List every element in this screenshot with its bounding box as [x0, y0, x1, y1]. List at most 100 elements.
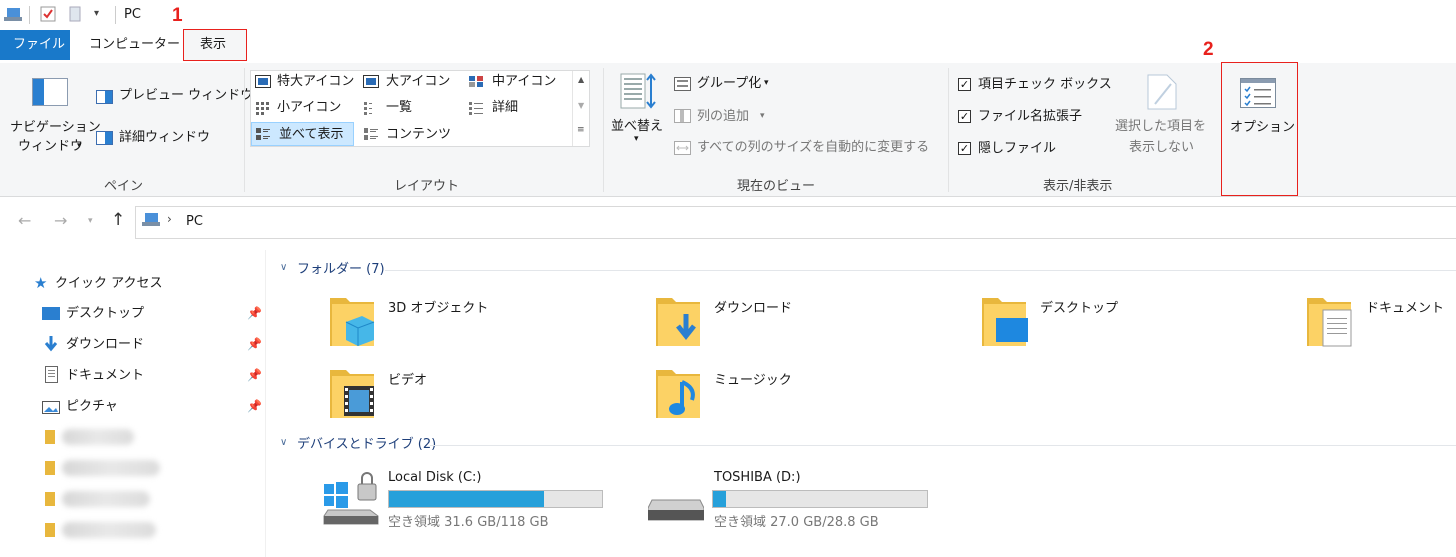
- layout-list[interactable]: 一覧: [386, 101, 412, 114]
- desktop-folder-icon[interactable]: [982, 296, 1028, 348]
- layout-details[interactable]: 詳細: [492, 101, 518, 114]
- chevron-down-icon[interactable]: ▾: [760, 112, 765, 121]
- hide-selected-items-label-2[interactable]: 表示しない: [1129, 141, 1194, 154]
- this-pc-icon: [4, 8, 22, 22]
- ribbon-separator: [948, 68, 949, 192]
- documents-folder-icon[interactable]: [1307, 296, 1353, 348]
- scroll-down-icon[interactable]: ▼: [578, 102, 584, 110]
- pin-icon[interactable]: 📌: [247, 307, 262, 319]
- drive-d-free-space: 空き領域 27.0 GB/28.8 GB: [714, 515, 879, 530]
- navigation-pane-label-2[interactable]: ウィンドウ: [18, 140, 83, 153]
- more-layouts-icon[interactable]: ≡: [577, 126, 585, 135]
- sidebar-item-pictures[interactable]: ピクチャ: [66, 400, 118, 413]
- up-arrow-icon[interactable]: ↑: [111, 212, 125, 229]
- music-folder-icon[interactable]: [656, 368, 702, 420]
- breadcrumb-chevron-icon[interactable]: ›: [167, 213, 172, 225]
- new-folder-icon[interactable]: [68, 6, 82, 22]
- navigation-pane-label-1[interactable]: ナビゲーション: [10, 121, 101, 134]
- sort-by-button[interactable]: 並べ替え: [611, 120, 663, 133]
- videos-folder-icon[interactable]: [330, 368, 376, 420]
- add-columns-icon: [674, 109, 691, 123]
- star-icon: ★: [34, 274, 48, 292]
- file-extensions-checkbox[interactable]: ✓: [958, 110, 971, 123]
- drive-d-usage-fill: [713, 491, 726, 507]
- collapse-chevron-icon[interactable]: ∨: [280, 263, 287, 273]
- folder-icon: [45, 461, 55, 475]
- drive-c-name[interactable]: Local Disk (C:): [388, 471, 481, 484]
- layout-small-icons[interactable]: 小アイコン: [277, 101, 341, 114]
- add-columns-button[interactable]: 列の追加: [697, 110, 749, 123]
- chevron-down-icon[interactable]: ▾: [764, 79, 769, 88]
- layout-medium-icons[interactable]: 中アイコン: [492, 75, 556, 88]
- pictures-icon: [42, 401, 60, 414]
- folder-label-music[interactable]: ミュージック: [714, 374, 792, 387]
- 3d-objects-folder-icon[interactable]: [330, 296, 376, 348]
- pin-icon[interactable]: 📌: [247, 369, 262, 381]
- folder-label-3d-objects[interactable]: 3D オブジェクト: [388, 302, 488, 315]
- sidebar-item-documents[interactable]: ドキュメント: [66, 369, 144, 382]
- layout-large-icons[interactable]: 大アイコン: [386, 75, 450, 88]
- this-pc-icon: [142, 213, 160, 227]
- layout-tiles[interactable]: 並べて表示: [279, 128, 343, 141]
- tab-computer[interactable]: コンピューター: [89, 38, 180, 51]
- hide-selected-items-label-1[interactable]: 選択した項目を: [1115, 120, 1206, 133]
- sidebar-item-desktop[interactable]: デスクトップ: [66, 307, 144, 320]
- preview-pane-icon: [96, 90, 113, 104]
- title-separator: [115, 6, 116, 24]
- size-columns-to-fit-button[interactable]: すべての列のサイズを自動的に変更する: [697, 141, 929, 154]
- group-by-button[interactable]: グループ化: [697, 77, 761, 90]
- qat-dropdown-icon[interactable]: ▾: [94, 9, 99, 19]
- item-checkboxes-checkbox[interactable]: ✓: [958, 78, 971, 91]
- highlight-options-button: [1221, 62, 1298, 196]
- tiles-icon: [255, 127, 271, 141]
- window-title: PC: [124, 7, 141, 22]
- chevron-down-icon[interactable]: ▾: [634, 135, 639, 144]
- forward-arrow-icon[interactable]: →: [54, 213, 67, 229]
- folder-label-videos[interactable]: ビデオ: [388, 374, 427, 387]
- details-pane-button[interactable]: 詳細ウィンドウ: [119, 131, 210, 144]
- navigation-pane-icon[interactable]: [32, 78, 68, 106]
- folder-label-documents[interactable]: ドキュメント: [1366, 302, 1444, 315]
- scroll-up-icon[interactable]: ▲: [578, 76, 584, 84]
- details-view-icon: [468, 101, 484, 115]
- folder-label-downloads[interactable]: ダウンロード: [714, 302, 792, 315]
- chevron-down-icon[interactable]: ▾: [77, 142, 82, 151]
- folder-label-desktop[interactable]: デスクトップ: [1040, 302, 1118, 315]
- folder-icon: [45, 523, 55, 537]
- drive-c-usage-fill: [389, 491, 545, 507]
- downloads-folder-icon[interactable]: [656, 296, 702, 348]
- preview-pane-button[interactable]: プレビュー ウィンドウ: [119, 89, 253, 102]
- folders-header[interactable]: フォルダー (7): [297, 263, 385, 276]
- windows-drive-icon[interactable]: [322, 470, 380, 526]
- drives-header[interactable]: デバイスとドライブ (2): [297, 438, 436, 451]
- recent-locations-icon[interactable]: ▾: [88, 217, 93, 226]
- breadcrumb-pc[interactable]: PC: [186, 215, 203, 228]
- blurred-folder-name[interactable]: [62, 491, 150, 507]
- layout-content[interactable]: コンテンツ: [386, 128, 451, 141]
- ribbon-separator: [603, 68, 604, 192]
- download-arrow-icon: [43, 335, 59, 352]
- list-icon: [363, 101, 379, 115]
- pin-icon[interactable]: 📌: [247, 400, 262, 412]
- folder-icon: [45, 430, 55, 444]
- large-icons-icon: [363, 75, 379, 88]
- back-arrow-icon[interactable]: ←: [18, 213, 31, 229]
- pin-icon[interactable]: 📌: [247, 338, 262, 350]
- drive-d-name[interactable]: TOSHIBA (D:): [714, 471, 801, 484]
- sidebar-quick-access[interactable]: クイック アクセス: [55, 277, 162, 290]
- collapse-chevron-icon[interactable]: ∨: [280, 438, 287, 448]
- tab-file[interactable]: ファイル: [0, 30, 70, 60]
- blurred-folder-name[interactable]: [62, 460, 160, 476]
- blurred-folder-name[interactable]: [62, 429, 134, 445]
- blurred-folder-name[interactable]: [62, 522, 156, 538]
- extra-large-icons-icon: [255, 75, 271, 88]
- layout-extra-large-icons[interactable]: 特大アイコン: [277, 75, 354, 88]
- sidebar-item-downloads[interactable]: ダウンロード: [66, 338, 144, 351]
- properties-icon[interactable]: [40, 6, 56, 22]
- address-bar[interactable]: [135, 206, 1456, 239]
- small-icons-icon: [255, 101, 271, 115]
- layout-scrollbar[interactable]: ▲ ▼ ≡: [572, 71, 589, 146]
- hidden-items-checkbox[interactable]: ✓: [958, 142, 971, 155]
- drives-header-line: [430, 445, 1456, 446]
- removable-drive-icon[interactable]: [647, 496, 705, 524]
